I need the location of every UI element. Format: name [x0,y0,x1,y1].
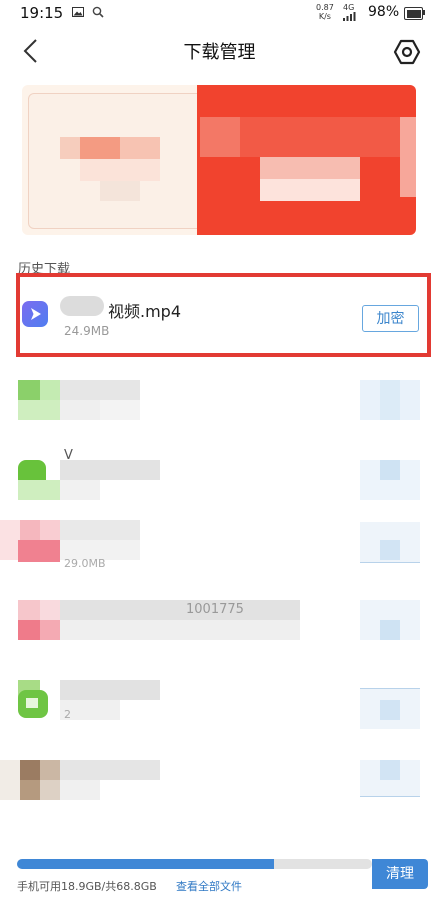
signal-icon [343,12,356,21]
blur-pixel [40,600,60,620]
battery-tip [423,10,425,15]
banner-pixel [60,137,80,159]
blur-pixel [380,760,400,780]
blur-pixel [380,540,400,560]
status-time: 19:15 [20,4,64,22]
list-item[interactable]: 29.0MB [0,520,439,600]
blurred-filename-prefix [60,296,104,316]
banner-pixel [260,157,360,179]
blur-pixel [60,620,300,640]
banner-pixel [200,117,240,157]
search-notification-icon [92,6,104,18]
list-item[interactable] [0,368,439,448]
battery-percent: 98% [368,4,400,20]
blur-pixel [60,460,160,480]
video-file-icon [22,301,48,327]
blur-pixel [40,380,60,400]
blur-pixel [40,620,60,640]
banner-pixel [400,117,416,197]
banner-pixel [260,179,360,201]
banner-pixel [80,159,160,181]
blur-pixel [20,520,40,540]
blur-pixel [60,480,100,500]
page-title: 下载管理 [183,42,256,63]
banner-pixel [100,181,140,201]
blur-pixel [60,680,160,700]
blur-pixel [18,620,40,640]
blur-pixel [40,780,60,800]
battery-icon [404,7,423,20]
storage-progress-bar [17,859,372,869]
blur-pixel [40,760,60,780]
encrypt-button[interactable]: 加密 [362,305,419,332]
storage-progress-fill [17,859,274,869]
blur-pixel [18,380,40,400]
blur-pixel [60,380,140,400]
list-item[interactable]: 2 [0,678,439,758]
clean-button[interactable]: 清理 [372,859,428,889]
blur-pixel [26,698,38,708]
status-bar: 19:15 0.87 K/s 4G 98% [0,0,439,26]
blur-pixel [40,520,60,540]
promo-banner[interactable] [22,85,416,235]
storage-info: 手机可用18.9GB/共68.8GB [17,880,157,893]
blur-pixel [380,380,400,420]
blur-pixel [18,600,40,620]
blurred-size: 29.0MB [64,557,106,570]
blur-pixel [0,760,20,800]
blur-pixel [60,780,100,800]
blur-pixel [100,400,140,420]
list-item[interactable]: 1001775 [0,598,439,678]
blurred-text: 2 [64,708,71,721]
blur-pixel [60,760,160,780]
blur-pixel [20,780,40,800]
list-item[interactable] [0,758,439,838]
settings-gear-icon[interactable] [392,37,422,67]
blur-pixel [18,400,60,420]
list-item[interactable]: V [0,448,439,528]
blur-pixel [380,620,400,640]
blur-pixel [380,700,400,720]
download-filesize: 24.9MB [64,324,110,338]
blur-pixel [380,460,400,480]
net-speed: 0.87 K/s [316,3,334,21]
blur-pixel [60,520,140,540]
banner-pixel [120,137,160,159]
blur-pixel [60,400,100,420]
gallery-icon [72,7,84,17]
download-filename: 视频.mp4 [108,302,182,321]
signal-indicator: 4G [343,3,357,23]
banner-pixel [80,137,120,159]
blur-pixel [18,540,60,562]
view-all-files-link[interactable]: 查看全部文件 [176,878,242,894]
blurred-text: 1001775 [186,602,244,617]
blur-pixel [20,760,40,780]
blur-pixel [60,600,300,620]
blur-pixel [18,480,60,500]
blur-pixel [0,520,20,560]
banner-pixel [240,117,400,157]
